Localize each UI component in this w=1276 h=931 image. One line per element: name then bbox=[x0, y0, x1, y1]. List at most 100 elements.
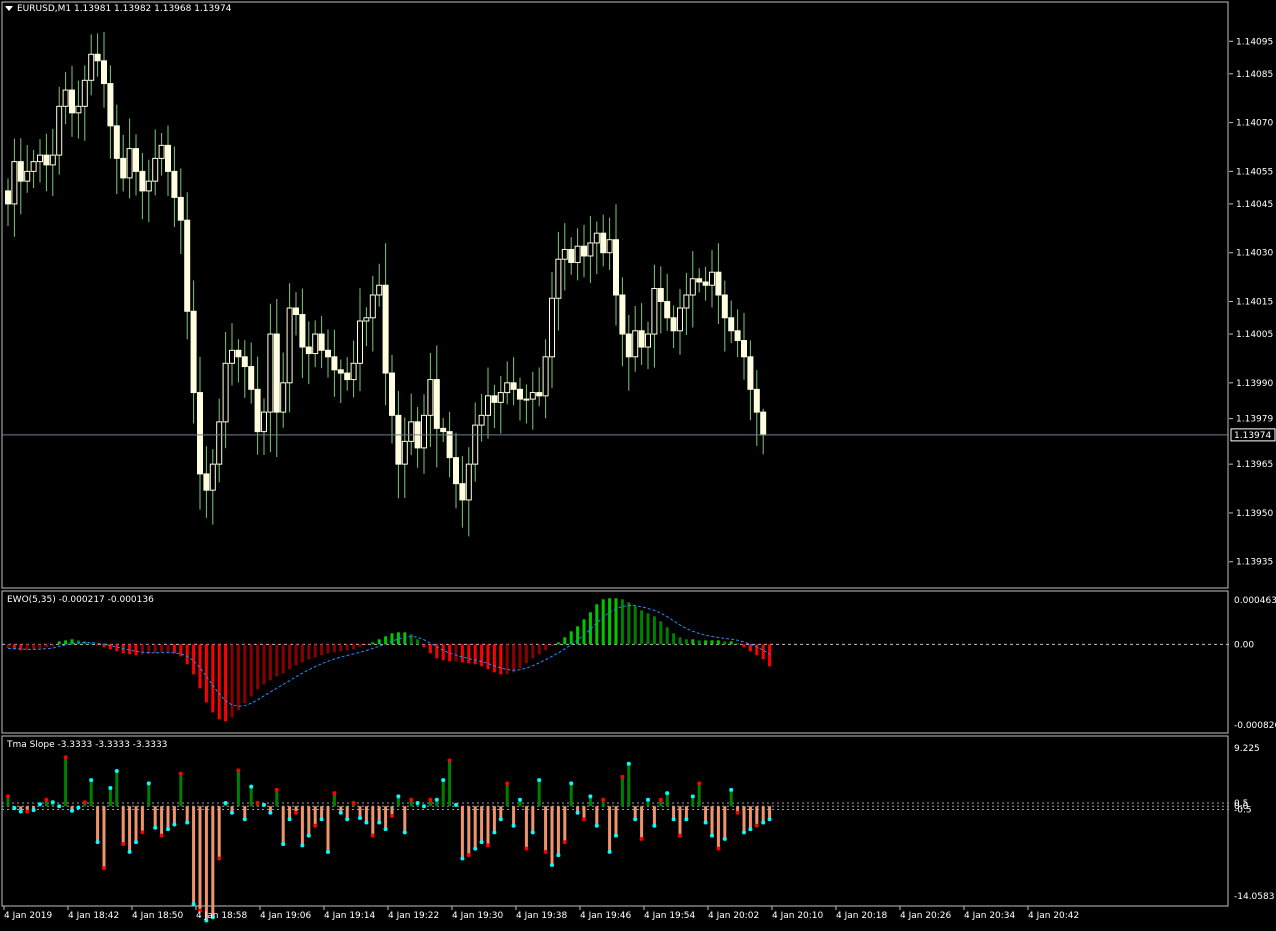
triangle-down-icon[interactable] bbox=[5, 6, 13, 11]
ewo-tick-label: 0.00 bbox=[1234, 640, 1254, 650]
tma-pane-title: Tma Slope -3.3333 -3.3333 -3.3333 bbox=[7, 740, 168, 750]
candle-body bbox=[267, 333, 274, 413]
tma-dot bbox=[274, 787, 279, 792]
tma-dot bbox=[377, 820, 382, 825]
tma-dot bbox=[415, 800, 420, 805]
candle-body bbox=[453, 457, 459, 485]
candle-body bbox=[88, 53, 95, 81]
tma-dot bbox=[114, 768, 119, 773]
tma-dot bbox=[498, 817, 503, 822]
tma-dot bbox=[710, 833, 714, 838]
tma-dot bbox=[134, 840, 138, 845]
tma-dot bbox=[281, 842, 286, 847]
tma-dot bbox=[332, 791, 337, 796]
candle-body bbox=[101, 60, 107, 85]
tma-dot bbox=[127, 849, 132, 854]
tma-dot bbox=[396, 794, 401, 799]
candle-body bbox=[427, 379, 434, 416]
candle-body bbox=[734, 330, 741, 342]
candle-body bbox=[43, 154, 50, 166]
tma-dot bbox=[447, 758, 452, 763]
tma-dot bbox=[486, 843, 490, 848]
candle-body bbox=[56, 105, 63, 156]
time-tick-label: 4 Jan 19:38 bbox=[516, 911, 568, 921]
candle-body bbox=[555, 258, 562, 299]
tma-dot bbox=[518, 797, 522, 802]
candle-body bbox=[75, 105, 82, 114]
tma-dot bbox=[735, 810, 740, 815]
price-tick-label: 1.14055 bbox=[1236, 167, 1273, 177]
candle-body bbox=[593, 232, 600, 244]
tma-dot bbox=[18, 809, 23, 814]
candle-body bbox=[747, 356, 754, 390]
candle-body bbox=[177, 196, 184, 221]
candle-body bbox=[677, 307, 683, 332]
ewo-pane-title: EWO(5,35) -0.000217 -0.000136 bbox=[7, 595, 154, 605]
candle-body bbox=[222, 362, 229, 423]
candle-body bbox=[139, 170, 146, 192]
candle-body bbox=[523, 398, 530, 401]
tma-dot bbox=[172, 822, 177, 827]
candle-body bbox=[651, 287, 658, 335]
tma-dot bbox=[402, 830, 407, 835]
tma-dot bbox=[479, 840, 484, 845]
tma-dot bbox=[601, 797, 606, 802]
candle-body bbox=[5, 190, 11, 205]
tma-dot bbox=[230, 810, 234, 815]
tma-dot bbox=[614, 833, 618, 838]
candle-body bbox=[293, 307, 299, 316]
tma-dot bbox=[345, 817, 350, 822]
candle-body bbox=[325, 349, 331, 358]
price-tick-label: 1.13979 bbox=[1236, 415, 1273, 425]
tma-dot bbox=[588, 794, 593, 799]
tma-dot bbox=[326, 849, 330, 854]
chart-canvas[interactable]: 1.14095 1.14085 1.14070 1.14055 1.14045 1.140… bbox=[0, 0, 1276, 927]
candle-body bbox=[254, 388, 261, 433]
candle-body bbox=[216, 421, 223, 465]
tma-dot bbox=[505, 781, 510, 786]
candle-body bbox=[574, 245, 581, 263]
tma-dot bbox=[44, 797, 49, 802]
axes-layer: 1.14095 1.14085 1.14070 1.14055 1.14045 1.140… bbox=[3, 37, 1276, 921]
tma-dot bbox=[742, 830, 746, 835]
tma-dot bbox=[575, 810, 580, 815]
candle-body bbox=[331, 356, 338, 371]
tma-dot bbox=[153, 825, 158, 830]
candle-body bbox=[433, 379, 440, 429]
tma-dot bbox=[492, 830, 497, 835]
candle-body bbox=[638, 330, 645, 348]
candle-body bbox=[401, 440, 408, 465]
tma-tick-label: 9.225 bbox=[1234, 744, 1260, 754]
candle-body bbox=[344, 372, 351, 381]
tma-dot bbox=[434, 797, 439, 802]
candle-body bbox=[408, 421, 415, 442]
time-tick-label: 4 Jan 18:42 bbox=[68, 911, 119, 921]
candle-body bbox=[209, 463, 216, 491]
tma-dot bbox=[63, 755, 68, 760]
tma-dot bbox=[684, 817, 689, 822]
candle-body bbox=[485, 395, 491, 416]
tma-dot bbox=[550, 862, 554, 867]
candle-body bbox=[241, 356, 248, 368]
mt4-chart-window[interactable]: 1.14095 1.14085 1.14070 1.14055 1.14045 1.140… bbox=[0, 0, 1276, 927]
time-tick-label: 4 Jan 18:58 bbox=[196, 911, 248, 921]
candle-body bbox=[261, 411, 267, 433]
tma-dot bbox=[358, 815, 362, 820]
candle-body bbox=[229, 349, 235, 364]
tma-dot bbox=[703, 820, 708, 825]
candle-body bbox=[158, 144, 165, 159]
tma-dot bbox=[82, 800, 87, 805]
candle-body bbox=[645, 333, 651, 348]
time-tick-label: 4 Jan 20:02 bbox=[708, 911, 759, 921]
candle-body bbox=[702, 281, 709, 286]
time-tick-label: 4 Jan 19:30 bbox=[452, 911, 504, 921]
candle-body bbox=[625, 333, 632, 358]
candle-body bbox=[184, 219, 191, 312]
tma-dot bbox=[319, 817, 324, 822]
tma-dot bbox=[748, 827, 753, 832]
candle-body bbox=[561, 248, 568, 260]
tma-tick-label: -0.5 bbox=[1234, 805, 1252, 815]
candle-body bbox=[459, 483, 466, 501]
candle-body bbox=[581, 245, 587, 257]
candle-body bbox=[273, 333, 280, 413]
